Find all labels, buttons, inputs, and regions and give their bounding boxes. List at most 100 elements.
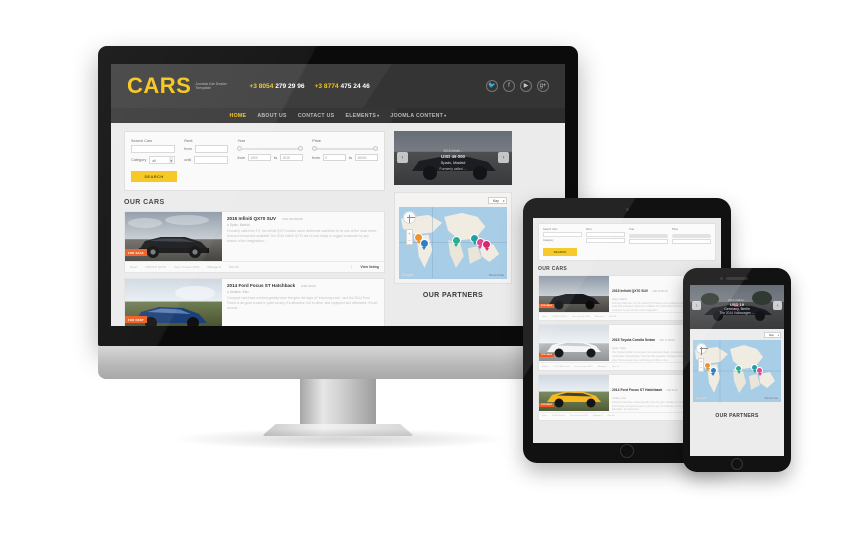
tablet-meta-model: FORD Focus — [552, 415, 565, 418]
map-pan-control[interactable] — [403, 211, 416, 224]
tablet-home-button[interactable] — [620, 444, 634, 458]
social-links: 🐦 f ▶ g+ — [486, 80, 549, 92]
map-terms-link[interactable]: Terms of Use — [489, 274, 504, 277]
tablet-search-button[interactable]: SEARCH — [543, 247, 577, 256]
phone-slider-next-button[interactable]: › — [773, 301, 782, 310]
car-listing-card[interactable]: FOR SALE 2015 Infiniti QX70 SUV USD 46 0… — [124, 211, 385, 273]
year-from-input[interactable]: 1900 — [248, 154, 272, 161]
map-zoom-control[interactable]: + − — [406, 229, 413, 245]
nav-item-elements[interactable]: ELEMENTS▾ — [345, 113, 379, 119]
nav-item-joomla-content[interactable]: JOOMLA CONTENT▾ — [390, 113, 446, 119]
twitter-icon[interactable]: 🐦 — [486, 80, 498, 92]
map-type-select[interactable]: Map — [487, 197, 507, 205]
tablet-rent-until-input[interactable] — [586, 238, 625, 243]
tablet-car-title[interactable]: 2014 Ford Focus ST Hatchback — [612, 388, 662, 392]
rent-label: Rent: — [184, 139, 194, 143]
rent-from-input[interactable] — [194, 145, 229, 153]
tablet-year-slider[interactable] — [629, 233, 668, 238]
tablet-car-badge: FOR SALE — [539, 303, 555, 308]
car-title[interactable]: 2015 Infiniti QX70 SUV — [227, 216, 276, 221]
slider-knob-max[interactable] — [298, 146, 304, 151]
tablet-car-photo[interactable]: FOR SALE — [539, 325, 609, 362]
phone-rest: 279 29 96 — [275, 82, 305, 90]
nav-item-about-us[interactable]: ABOUT US — [257, 113, 287, 119]
phone-number-1[interactable]: +3 8054 279 29 96 — [249, 83, 304, 90]
map-canvas[interactable]: + − Google Terms of Use — [399, 207, 507, 279]
tablet-car-photo[interactable]: FOR RENT — [539, 375, 609, 412]
tablet-car-title[interactable]: 2015 Toyota Corolla Sedan — [612, 338, 655, 342]
phone-map-zoom-control[interactable]: + − — [698, 358, 704, 372]
price-to-input[interactable]: 46000 — [355, 154, 378, 161]
price-slider[interactable] — [312, 146, 378, 151]
locations-map-panel: Map ▾ + − Google Terms of Use — [394, 192, 512, 284]
map-zoom-out-button[interactable]: − — [407, 237, 412, 244]
price-from-input[interactable]: 0 — [322, 154, 346, 161]
tablet-meta-hits: Hits 59 — [609, 315, 617, 318]
year-to-input[interactable]: 2015 — [280, 154, 304, 161]
tablet-price-slider[interactable] — [672, 233, 711, 238]
pin-americas-green[interactable] — [735, 365, 743, 375]
pin-asia-magenta[interactable] — [482, 240, 492, 252]
slider-prev-button[interactable]: ‹ — [397, 152, 408, 163]
phone-camera-icon — [720, 276, 723, 280]
slider-knob-min[interactable] — [312, 146, 318, 151]
tablet-year-inputs[interactable] — [629, 238, 668, 244]
tablet-meta-model: TOYOTA Corolla — [553, 365, 570, 368]
pin-asia-pink[interactable] — [756, 367, 764, 377]
car-photo[interactable]: FOR RENT — [125, 279, 222, 326]
slider-track — [312, 147, 378, 150]
tablet-meta-mileage: Mileage 0 — [593, 415, 603, 418]
slider-knob-min[interactable] — [237, 146, 243, 151]
search-button[interactable]: SEARCH — [131, 171, 177, 182]
googleplus-icon[interactable]: g+ — [537, 80, 549, 92]
header-phones: +3 8054 279 29 96 +3 8774 475 24 46 — [249, 83, 369, 90]
featured-car-slider[interactable]: 2015 Infiniti... USD 46 000 Spain, Madri… — [394, 131, 512, 185]
phone-map-canvas[interactable]: + − Google Terms of Use — [693, 340, 781, 402]
view-listing-link[interactable]: View listing — [351, 265, 379, 269]
search-input[interactable] — [131, 145, 176, 153]
map-toolbar: Map — [399, 197, 507, 205]
tablet-price-inputs[interactable] — [672, 238, 711, 244]
category-select[interactable]: all — [149, 156, 176, 164]
tablet-car-photo[interactable]: FOR SALE — [539, 275, 609, 312]
phone-number-2[interactable]: +3 8774 475 24 46 — [315, 83, 370, 90]
car-title[interactable]: 2014 Ford Focus ST Hatchback — [227, 283, 295, 288]
slider-knob-max[interactable] — [373, 146, 378, 151]
nav-item-home[interactable]: HOME — [230, 113, 247, 119]
nav-item-contact-us[interactable]: CONTACT US — [298, 113, 335, 119]
location-pin-icon: ● — [227, 223, 229, 227]
facebook-icon[interactable]: f — [503, 80, 515, 92]
car-location: ● Ukraine, Kiev — [227, 290, 379, 294]
phone-slider-title: 2014 Volksw... — [728, 298, 746, 302]
rent-until-label: until — [184, 158, 192, 162]
phone-slider-prev-button[interactable]: ‹ — [692, 301, 701, 310]
map-zoom-in-button[interactable]: + — [407, 230, 412, 237]
youtube-icon[interactable]: ▶ — [520, 80, 532, 92]
tablet-rent-from-input[interactable] — [586, 232, 625, 237]
car-price: USD 46 000,00 — [282, 217, 303, 221]
phone-home-button[interactable] — [731, 458, 743, 470]
car-badge: FOR RENT — [125, 316, 147, 323]
rent-until-input[interactable] — [194, 156, 229, 164]
phone-map-zoom-out-button[interactable]: − — [699, 365, 703, 371]
car-listing-card[interactable]: FOR RENT 2014 Ford Focus ST Hatchback US… — [124, 278, 385, 326]
phone-featured-slider[interactable]: 2014 Volksw... USD 19 Germany, Berlin Th… — [690, 285, 784, 329]
year-from-label: from — [237, 155, 246, 160]
car-photo[interactable]: FOR SALE — [125, 212, 222, 261]
tablet-meta-type: Sedan — [542, 365, 549, 368]
tablet-car-title[interactable]: 2015 Infiniti QX70 SUV — [612, 289, 648, 293]
slider-next-button[interactable]: › — [498, 152, 509, 163]
pin-americas-green[interactable] — [451, 235, 461, 247]
phone-map-type-select[interactable]: Map — [763, 332, 781, 339]
year-slider[interactable] — [237, 146, 304, 151]
pin-europe-blue[interactable] — [419, 238, 429, 250]
car-meta-type: Sport — [130, 265, 138, 269]
site-logo[interactable]: CARS — [127, 75, 191, 97]
pin-europe-blue[interactable] — [709, 367, 717, 377]
slider-excerpt: Formerly called ... — [439, 166, 467, 171]
tablet-search-input[interactable] — [543, 232, 582, 237]
phone-map-pan-control[interactable] — [696, 343, 708, 355]
monitor-shadow — [170, 428, 510, 450]
phone-map-terms-link[interactable]: Terms of Use — [764, 398, 778, 400]
tablet-meta-year: Year of issue 2015 — [574, 365, 593, 368]
